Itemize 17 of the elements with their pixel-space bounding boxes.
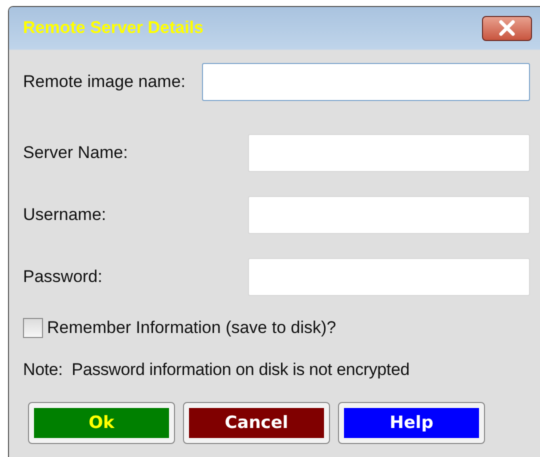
checkbox[interactable] [23, 318, 43, 338]
dialog-button[interactable]: Cancel [183, 402, 330, 444]
input-field[interactable] [202, 63, 530, 101]
field-label: Username: [23, 205, 106, 225]
dialog-button[interactable]: Help [338, 402, 485, 444]
input-field[interactable] [248, 196, 530, 234]
field-label: Server Name: [23, 143, 128, 163]
field-label: Remote image name: [23, 72, 186, 92]
close-button[interactable] [482, 16, 532, 40]
field-label: Password: [23, 267, 102, 287]
checkbox-label: Remember Information (save to disk)? [47, 318, 336, 338]
window-title: Remote Server Details [23, 18, 204, 38]
close-icon [496, 20, 518, 36]
note-text: Note: Password information on disk is not encrypted [23, 360, 410, 380]
input-field[interactable] [248, 258, 530, 296]
dialog-button[interactable]: Ok [28, 402, 175, 444]
input-field[interactable] [248, 134, 530, 172]
